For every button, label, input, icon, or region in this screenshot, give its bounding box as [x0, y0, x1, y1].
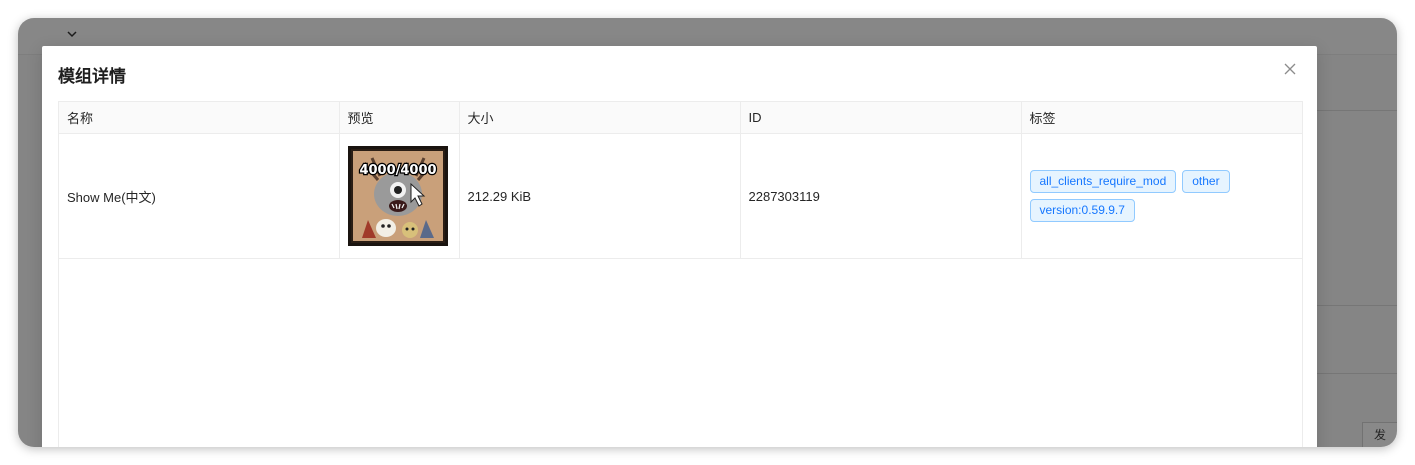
mod-details-table: 名称 预览 大小 ID 标签 Show Me(中文) 4000/4000 212…	[58, 101, 1303, 447]
column-header-preview: 预览	[339, 102, 460, 134]
mod-size-cell: 212.29 KiB	[459, 133, 741, 259]
tag-badge: version:0.59.9.7	[1029, 199, 1135, 222]
modal-title: 模组详情	[58, 67, 126, 86]
mod-id-cell: 2287303119	[740, 133, 1022, 259]
mod-details-modal: 模组详情 名称 预览 大小 ID 标签 Show Me(中文) 4000/400…	[42, 46, 1317, 447]
mod-preview-image: 4000/4000	[347, 146, 448, 246]
mod-name-cell: Show Me(中文)	[59, 133, 340, 259]
tag-badge: all_clients_require_mod	[1029, 170, 1177, 193]
preview-overlay-text: 4000/4000	[359, 163, 436, 178]
table-row: Show Me(中文) 4000/4000 212.29 KiB 2287303…	[59, 133, 1302, 259]
column-header-size: 大小	[459, 102, 741, 134]
column-header-id: ID	[740, 102, 1022, 134]
column-header-name: 名称	[59, 102, 340, 134]
mod-tags-cell: all_clients_require_mod other version:0.59…	[1021, 133, 1302, 259]
table-header-row: 名称 预览 大小 ID 标签	[59, 102, 1302, 134]
app-window: 发 模组详情 名称 预览 大小 ID 标签 Show Me(中文) 4000/4…	[18, 18, 1397, 447]
tag-badge: other	[1182, 170, 1230, 193]
column-header-tags: 标签	[1021, 102, 1302, 134]
close-icon[interactable]	[1279, 58, 1301, 80]
mod-preview-cell: 4000/4000	[339, 133, 460, 259]
